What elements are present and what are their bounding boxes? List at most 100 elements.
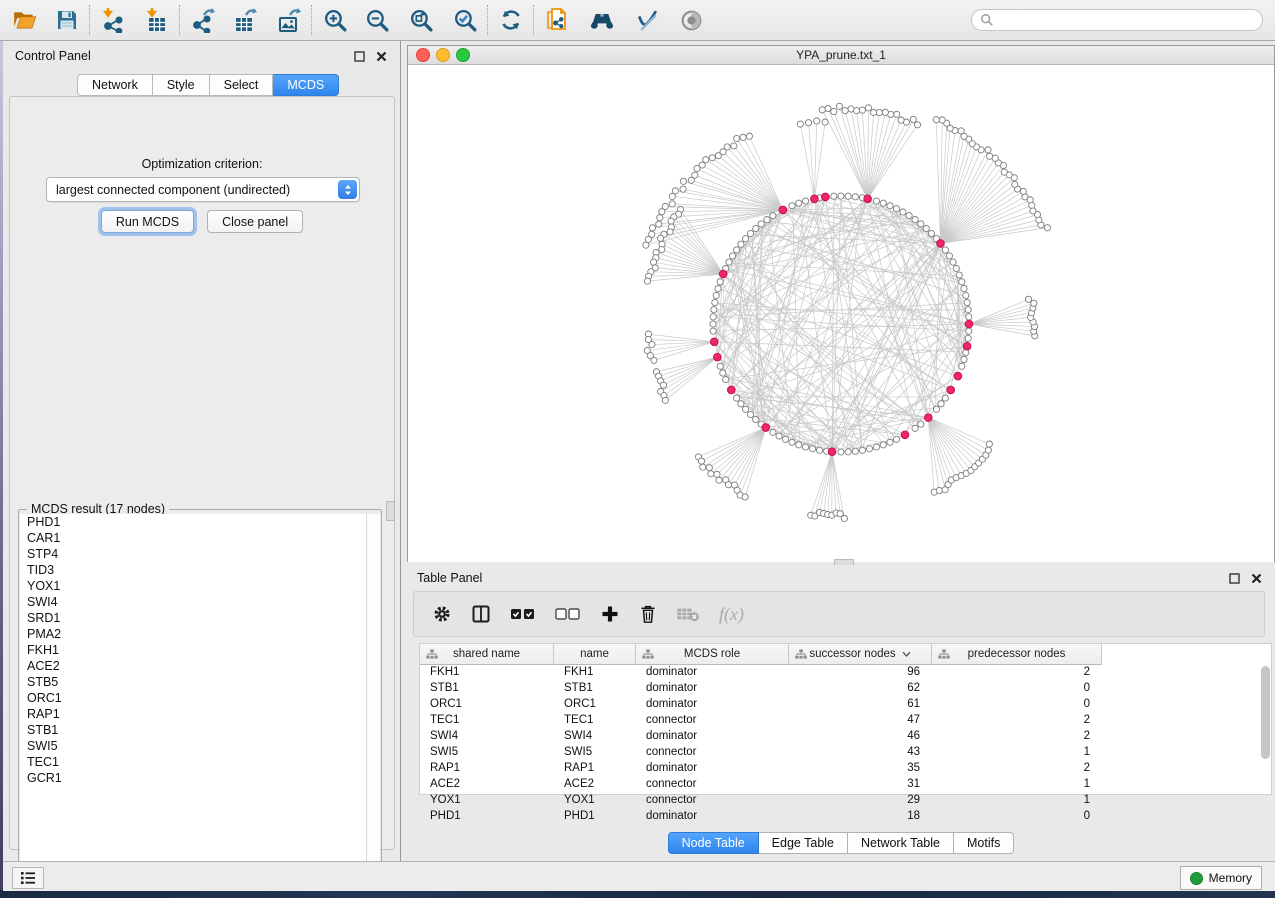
graph-node[interactable] [789, 439, 795, 445]
graph-node[interactable] [859, 107, 865, 113]
graph-node[interactable] [805, 120, 811, 126]
graph-node[interactable] [669, 201, 675, 207]
delete-column-icon[interactable] [639, 604, 657, 624]
table-row[interactable]: SWI5SWI5connector431 [420, 744, 1271, 760]
graph-node[interactable] [650, 259, 656, 265]
graph-node[interactable] [933, 406, 939, 412]
graph-node[interactable] [694, 165, 700, 171]
graph-node[interactable] [958, 128, 964, 134]
tab-motifs[interactable]: Motifs [954, 832, 1014, 854]
graph-node[interactable] [747, 230, 753, 236]
search-box[interactable] [971, 9, 1263, 31]
graph-node[interactable] [819, 107, 825, 113]
graph-node[interactable] [964, 299, 970, 305]
graph-node[interactable] [797, 121, 803, 127]
graph-node[interactable] [959, 279, 965, 285]
graph-node[interactable] [742, 494, 748, 500]
graph-node[interactable] [859, 447, 865, 453]
tab-network-table[interactable]: Network Table [848, 832, 954, 854]
graph-node[interactable] [796, 442, 802, 448]
graph-node[interactable] [876, 110, 882, 116]
graph-node[interactable] [657, 215, 663, 221]
graph-node[interactable] [742, 406, 748, 412]
graph-node[interactable] [776, 433, 782, 439]
graph-node-selected[interactable] [811, 195, 819, 203]
column-header-MCDS-role[interactable]: MCDS role [636, 644, 789, 664]
graph-node[interactable] [961, 285, 967, 291]
tab-style[interactable]: Style [153, 74, 210, 96]
graph-node[interactable] [715, 285, 721, 291]
graph-node[interactable] [764, 217, 770, 223]
graph-node[interactable] [842, 108, 848, 114]
refresh-icon[interactable] [496, 5, 526, 35]
zoom-in-icon[interactable] [320, 5, 350, 35]
graph-node[interactable] [658, 235, 664, 241]
graph-node[interactable] [709, 155, 715, 161]
graph-node[interactable] [710, 321, 716, 327]
graph-node[interactable] [852, 194, 858, 200]
graph-node[interactable] [726, 259, 732, 265]
graph-node[interactable] [716, 477, 722, 483]
import-network-icon[interactable] [98, 5, 128, 35]
column-header-predecessor-nodes[interactable]: predecessor nodes [932, 644, 1102, 664]
graph-node-selected[interactable] [947, 386, 955, 394]
graph-node[interactable] [659, 246, 665, 252]
graph-node[interactable] [669, 193, 675, 199]
graph-node[interactable] [770, 213, 776, 219]
graph-node[interactable] [816, 447, 822, 453]
graph-node[interactable] [966, 314, 972, 320]
graph-node[interactable] [730, 253, 736, 259]
graph-node[interactable] [946, 253, 952, 259]
graph-node[interactable] [742, 236, 748, 242]
graph-node[interactable] [987, 153, 993, 159]
show-column-icon[interactable] [471, 604, 491, 624]
optimization-criterion-select[interactable]: largest connected component (undirected) [46, 177, 360, 202]
graph-node[interactable] [880, 200, 886, 206]
graph-node[interactable] [660, 382, 666, 388]
graph-node[interactable] [680, 178, 686, 184]
graph-node[interactable] [700, 464, 706, 470]
export-network-icon[interactable] [188, 5, 218, 35]
mcds-result-item[interactable]: CAR1 [20, 530, 366, 546]
graph-node[interactable] [950, 259, 956, 265]
float-panel-icon[interactable] [353, 50, 366, 63]
graph-node[interactable] [802, 444, 808, 450]
graph-node[interactable] [725, 482, 731, 488]
graph-node[interactable] [914, 122, 920, 128]
search-input[interactable] [998, 10, 1262, 30]
graph-node[interactable] [1030, 208, 1036, 214]
export-image-icon[interactable] [274, 5, 304, 35]
table-row[interactable]: RAP1RAP1dominator352 [420, 760, 1271, 776]
graph-node[interactable] [985, 447, 991, 453]
graph-node[interactable] [706, 465, 712, 471]
mcds-result-item[interactable]: ORC1 [20, 690, 366, 706]
graph-node[interactable] [866, 446, 872, 452]
network-window-titlebar[interactable]: YPA_prune.txt_1 [408, 46, 1274, 65]
graph-node[interactable] [717, 363, 723, 369]
deselect-all-icon[interactable] [555, 606, 581, 622]
graph-node[interactable] [734, 247, 740, 253]
graph-node-selected[interactable] [719, 270, 727, 278]
close-panel-button[interactable]: Close panel [207, 210, 303, 233]
graph-node[interactable] [710, 328, 716, 334]
run-mcds-button[interactable]: Run MCDS [101, 210, 194, 233]
graph-node[interactable] [959, 363, 965, 369]
graph-node[interactable] [644, 278, 650, 284]
float-panel-icon[interactable] [1228, 572, 1241, 585]
column-header-name[interactable]: name [554, 644, 636, 664]
delete-table-icon[interactable] [676, 605, 700, 623]
graph-node[interactable] [912, 425, 918, 431]
graph-node[interactable] [838, 449, 844, 455]
graph-node[interactable] [880, 442, 886, 448]
graph-node[interactable] [723, 376, 729, 382]
graph-node[interactable] [906, 213, 912, 219]
graph-node[interactable] [708, 471, 714, 477]
table-row[interactable]: PHD1PHD1dominator180 [420, 808, 1271, 824]
zoom-fit-icon[interactable] [406, 5, 436, 35]
graph-node[interactable] [796, 200, 802, 206]
graph-node-selected[interactable] [779, 206, 787, 214]
mcds-result-item[interactable]: TEC1 [20, 754, 366, 770]
graph-node[interactable] [966, 328, 972, 334]
tab-mcds[interactable]: MCDS [273, 74, 339, 96]
mcds-result-item[interactable]: ACE2 [20, 658, 366, 674]
